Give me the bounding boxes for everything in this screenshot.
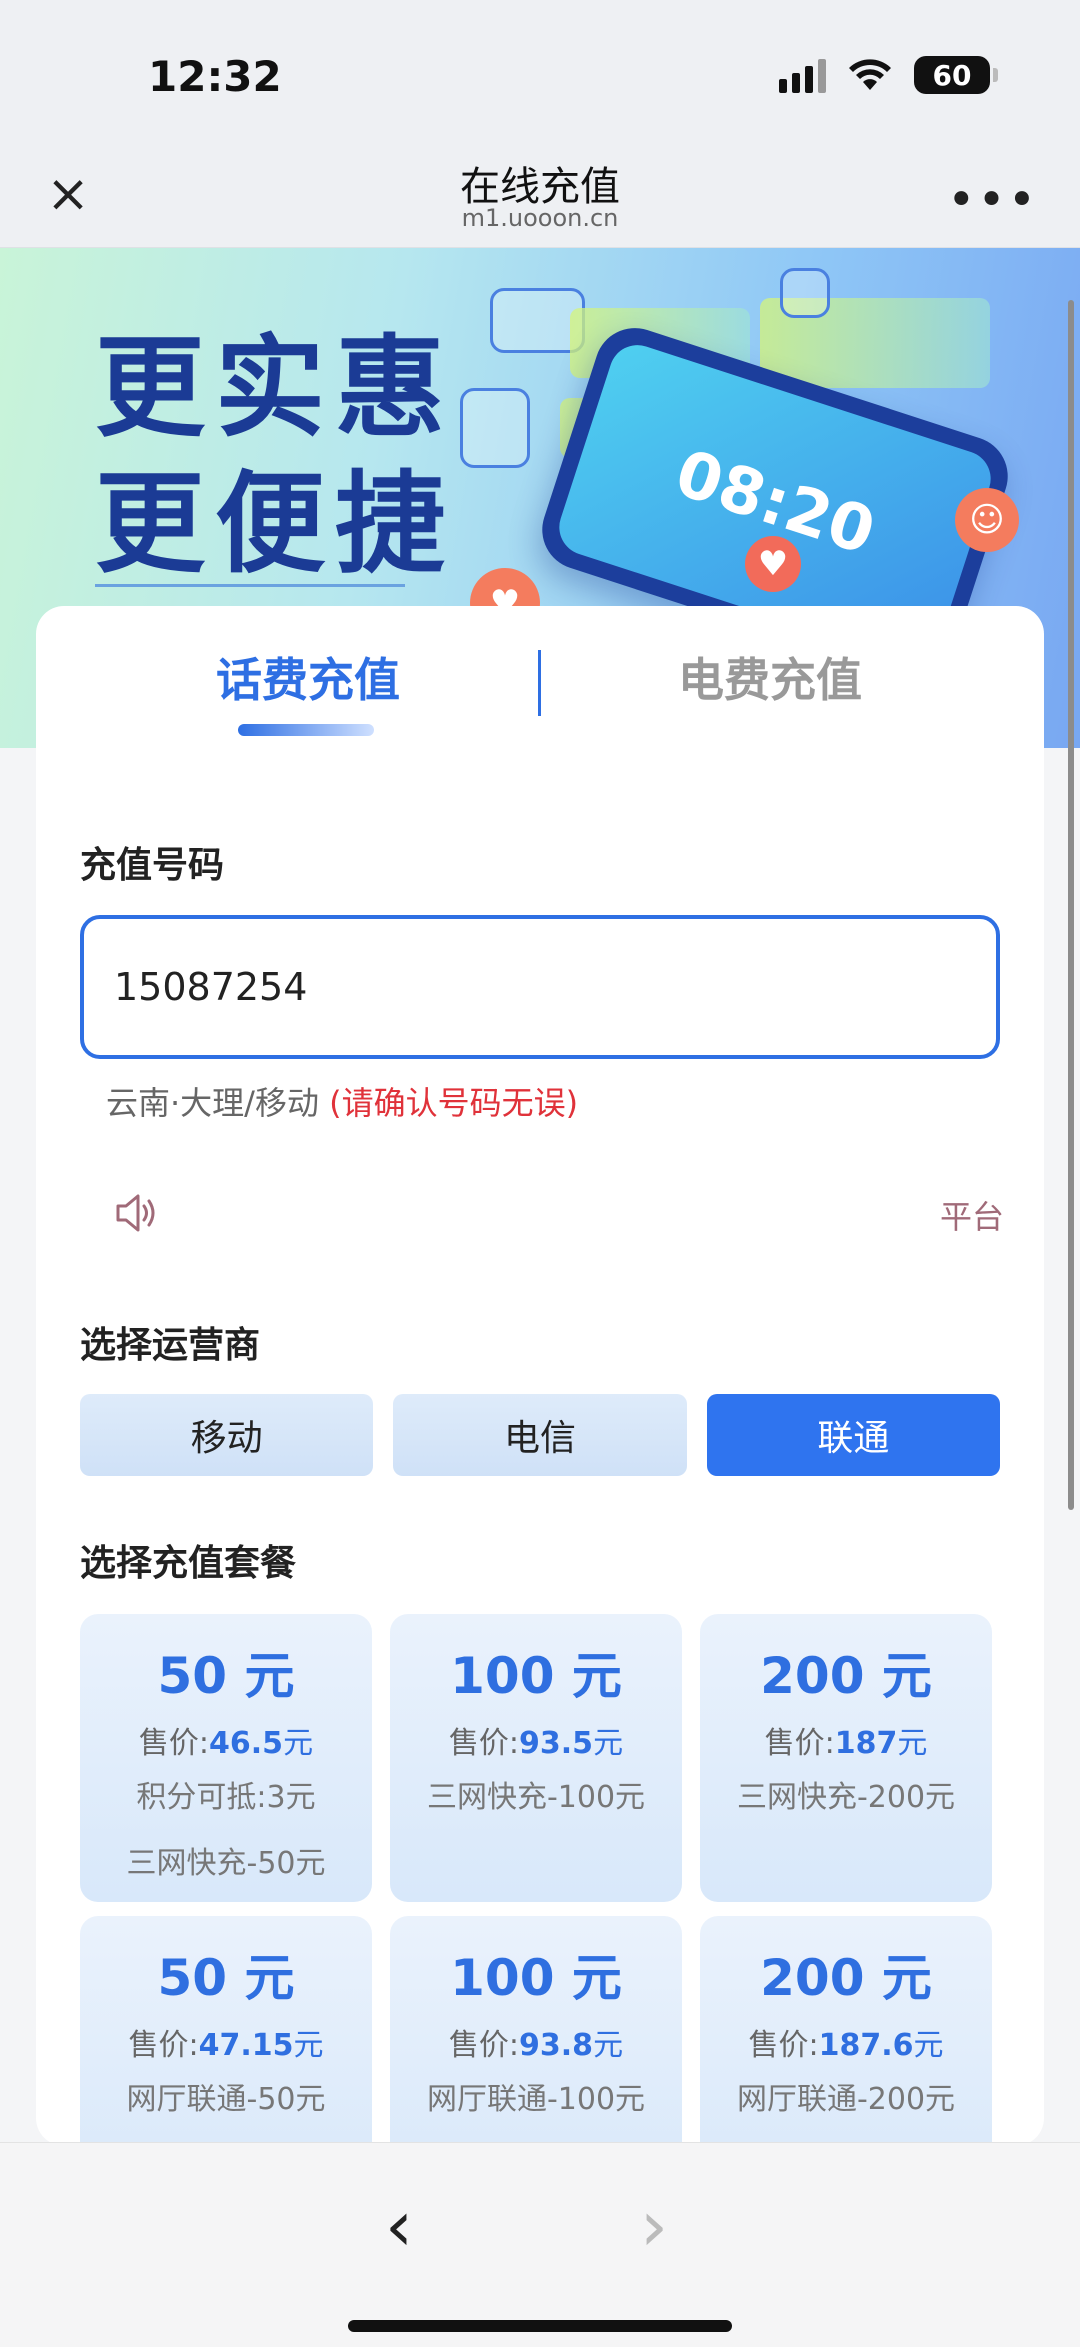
page-url: m1.uooon.cn	[461, 204, 619, 232]
status-bar: 12:32 60	[0, 0, 1080, 150]
tab-electricity-recharge[interactable]: 电费充值	[678, 644, 862, 710]
package-card[interactable]: 50 元 售价:46.5元 积分可抵:3元 三网快充-50元	[80, 1614, 372, 1902]
package-desc: 三网快充-50元	[126, 1846, 326, 1881]
package-amount: 100 元	[450, 1949, 622, 2007]
package-card[interactable]: 200 元 售价:187元 三网快充-200元	[700, 1614, 992, 1902]
package-label: 选择充值套餐	[80, 1543, 297, 1584]
phone-number-input[interactable]	[80, 915, 1000, 1059]
package-amount: 50 元	[157, 1949, 295, 2007]
package-desc: 三网快充-100元	[426, 1780, 646, 1815]
operator-label: 选择运营商	[80, 1325, 261, 1366]
notice-marquee: 平台	[939, 1198, 1004, 1236]
heart-icon	[780, 268, 830, 318]
package-desc: 网厅联通-100元	[426, 2082, 646, 2117]
recharge-tabs: 话费充值 电费充值	[36, 606, 1044, 736]
operator-unicom-button[interactable]: 联通	[706, 1394, 1000, 1476]
wifi-icon	[849, 59, 891, 90]
package-desc: 网厅联通-200元	[736, 2082, 956, 2117]
scrollbar[interactable]	[1068, 300, 1074, 1510]
carrier-location: 云南·大理/移动	[106, 1084, 319, 1122]
package-grid: 50 元 售价:46.5元 积分可抵:3元 三网快充-50元 100 元 售价:…	[80, 1614, 992, 2204]
recharge-card: 话费充值 电费充值 充值号码 云南·大理/移动 (请确认号码无误) 平台 选择运…	[36, 606, 1044, 2204]
package-desc: 三网快充-200元	[736, 1780, 956, 1815]
tab-phone-recharge[interactable]: 话费充值	[216, 644, 400, 710]
status-time: 12:32	[148, 52, 282, 101]
package-price: 售价:46.5元	[138, 1726, 314, 1761]
package-price: 售价:47.15元	[128, 2028, 324, 2063]
number-label: 充值号码	[80, 845, 225, 886]
banner-headline-2: 更便捷	[95, 460, 455, 588]
operator-selector: 移动 电信 联通	[80, 1394, 1000, 1476]
tab-divider	[538, 650, 541, 716]
battery-level: 60	[932, 58, 972, 92]
status-icons: 60	[779, 56, 998, 94]
chat-bubble-icon	[460, 388, 530, 468]
package-price: 售价:93.8元	[448, 2028, 624, 2063]
heart-icon: ♥	[745, 536, 801, 592]
package-desc: 网厅联通-50元	[126, 2082, 326, 2117]
battery-icon: 60	[914, 56, 998, 94]
package-amount: 50 元	[157, 1647, 295, 1705]
package-price: 售价:187.6元	[748, 2028, 944, 2063]
package-amount: 200 元	[760, 1647, 932, 1705]
forward-arrow-icon[interactable]: ›	[640, 2191, 668, 2261]
smile-emoji-icon: ☺	[955, 488, 1019, 552]
operator-telecom-button[interactable]: 电信	[393, 1394, 687, 1476]
operator-mobile-button[interactable]: 移动	[80, 1394, 374, 1476]
speaker-icon	[116, 1194, 155, 1232]
package-points: 积分可抵:3元	[136, 1780, 316, 1815]
package-amount: 100 元	[450, 1647, 622, 1705]
carrier-warning: (请确认号码无误)	[329, 1084, 579, 1122]
more-icon[interactable]: •••	[947, 172, 1038, 228]
tab-active-indicator	[238, 724, 374, 736]
carrier-info: 云南·大理/移动 (请确认号码无误)	[106, 1078, 578, 1124]
package-price: 售价:93.5元	[448, 1726, 624, 1761]
nav-bar: × 在线充值 m1.uooon.cn •••	[0, 150, 1080, 248]
package-amount: 200 元	[760, 1949, 932, 2007]
browser-bottom-bar: ‹ ›	[0, 2142, 1080, 2347]
package-price: 售价:187元	[764, 1726, 928, 1761]
home-indicator[interactable]	[348, 2320, 732, 2332]
banner-divider	[95, 584, 405, 587]
back-arrow-icon[interactable]: ‹	[385, 2191, 413, 2261]
package-card[interactable]: 100 元 售价:93.5元 三网快充-100元	[390, 1614, 682, 1902]
cellular-signal-icon	[779, 57, 826, 93]
